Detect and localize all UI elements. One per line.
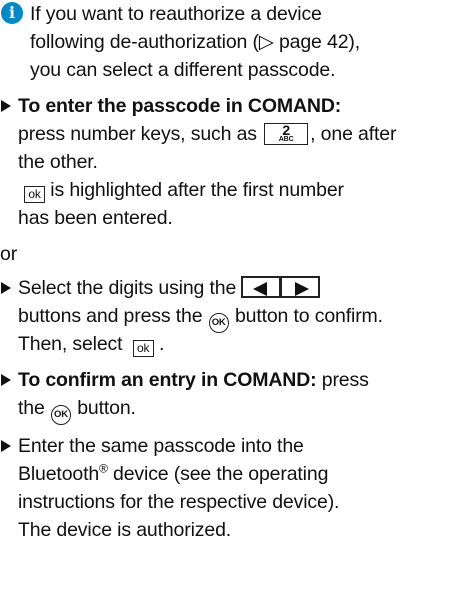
ok-button-icon: OK: [50, 405, 71, 425]
step-bullet-icon: [1, 100, 11, 112]
step4-line-2: Bluetooth® device (see the operating: [18, 461, 329, 486]
step1-line-5: has been entered.: [18, 207, 173, 229]
left-arrow-key-icon: [241, 276, 282, 298]
step2-line-3: Then, select ok .: [18, 333, 165, 357]
step-bullet-icon: [1, 374, 11, 386]
step2-line-2: buttons and press the OK button to confi…: [18, 302, 383, 333]
step4-line-4: The device is authorized.: [18, 519, 232, 541]
ok-button-icon: OK: [208, 313, 229, 333]
info-note-line-2: following de-authorization (▷ page 42),: [30, 31, 361, 53]
step1-line-4: ok is highlighted after the first number: [24, 176, 344, 204]
step3-line-2: the OK button.: [18, 394, 136, 425]
or-separator: or: [0, 243, 18, 265]
number-key-2-icon: 2 ABC: [264, 123, 309, 145]
step-bullet-icon: [1, 282, 11, 294]
step1-line-3: the other.: [18, 151, 98, 173]
info-icon: i: [1, 2, 23, 24]
step4-line-3: instructions for the respective device).: [18, 491, 340, 513]
step1-bold-label: To enter the passcode in COMAND:: [18, 95, 342, 117]
ok-key-icon: ok: [132, 340, 154, 357]
ok-key-icon: ok: [24, 186, 45, 203]
info-note-line-3: you can select a different passcode.: [30, 59, 336, 81]
step1-line-2: press number keys, such as 2 ABC, one aft…: [18, 122, 397, 145]
right-arrow-key-icon: [280, 276, 321, 298]
step-bullet-icon: [1, 440, 11, 452]
step3-bold-label: To confirm an entry in COMAND:: [18, 369, 317, 391]
manual-page: i If you want to reauthorize a device fo…: [0, 0, 462, 595]
